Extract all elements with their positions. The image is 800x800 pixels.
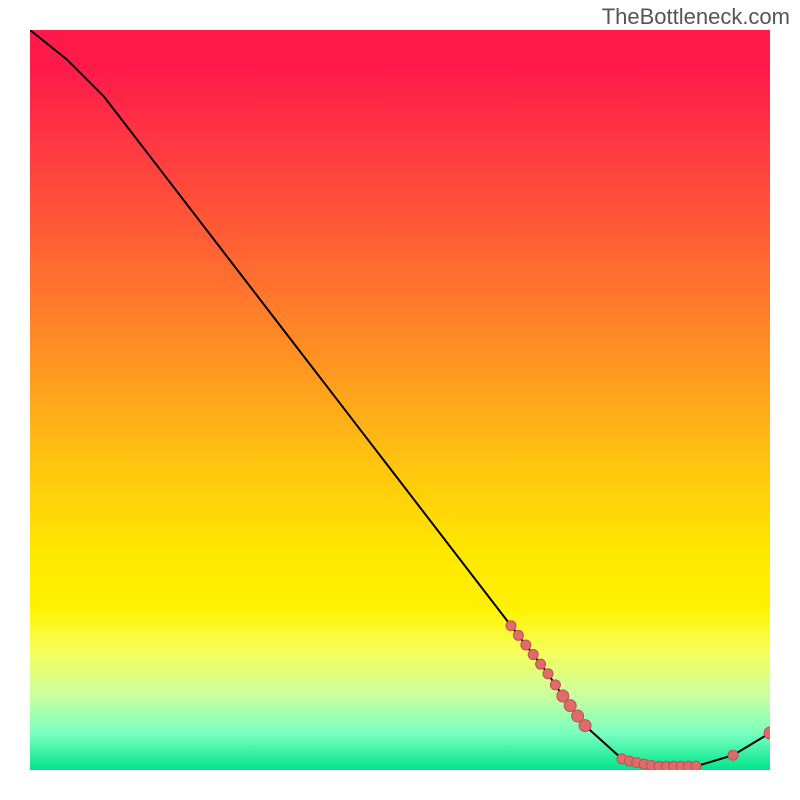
data-point <box>506 621 516 631</box>
curve-markers <box>506 621 770 770</box>
data-point <box>543 669 553 679</box>
data-point <box>728 750 738 760</box>
data-point <box>550 680 560 690</box>
data-point <box>521 640 531 650</box>
watermark-text: TheBottleneck.com <box>602 4 790 30</box>
chart-container: TheBottleneck.com <box>0 0 800 800</box>
data-point <box>579 720 591 732</box>
data-point <box>564 700 576 712</box>
curve-path <box>30 30 770 766</box>
data-point <box>513 630 523 640</box>
data-point <box>528 650 538 660</box>
chart-overlay <box>30 30 770 770</box>
data-point <box>691 761 701 770</box>
curve-line <box>30 30 770 766</box>
data-point <box>536 659 546 669</box>
